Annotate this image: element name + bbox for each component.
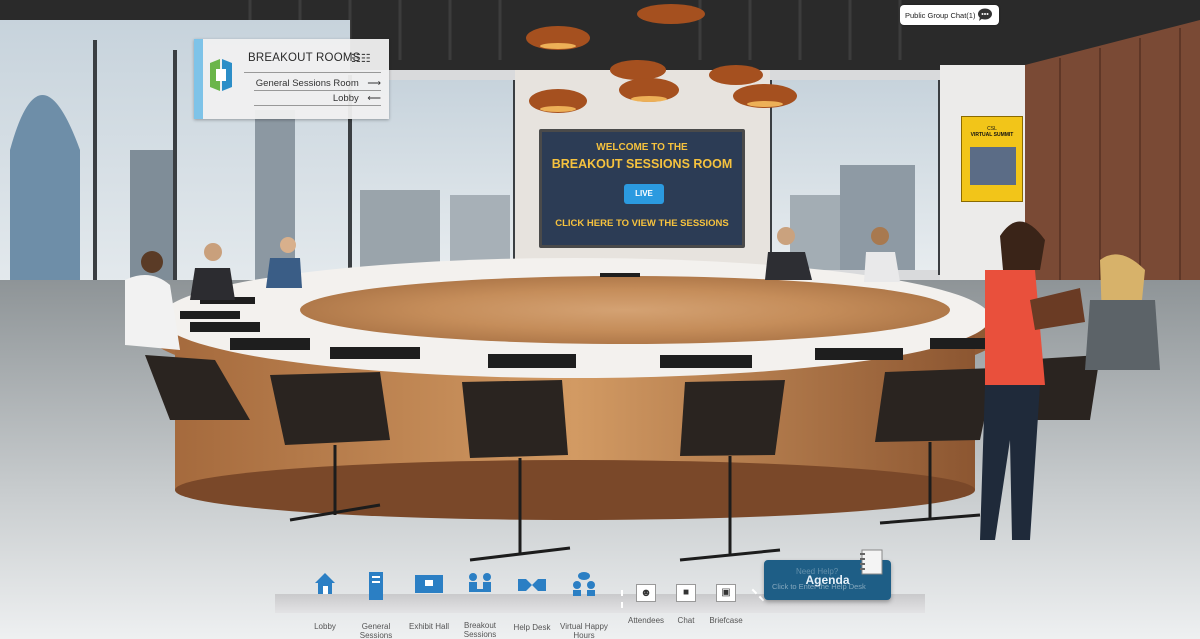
arrow-left-icon: ⟵ bbox=[367, 93, 381, 104]
nav-chat[interactable]: ■ Chat bbox=[672, 584, 700, 625]
nav-lobby[interactable]: Lobby bbox=[306, 570, 344, 631]
nav-separator bbox=[621, 590, 623, 608]
nav-exhibit-hall-label: Exhibit Hall bbox=[408, 622, 449, 631]
poster-title: VIRTUAL SUMMIT bbox=[970, 132, 1014, 138]
live-badge: LIVE bbox=[624, 184, 664, 204]
sign-accent-bar bbox=[194, 39, 203, 119]
screen-room-title: BREAKOUT SESSIONS ROOM bbox=[551, 157, 733, 171]
building-icon bbox=[369, 572, 383, 600]
room-background bbox=[0, 0, 1200, 639]
nav-attendees-label: Attendees bbox=[627, 616, 665, 625]
attendees-icon: ☻ bbox=[636, 584, 656, 602]
notebook-icon bbox=[860, 549, 883, 575]
nav-breakout-sessions-label: Breakout Sessions bbox=[463, 621, 497, 639]
sign-divider bbox=[254, 105, 381, 106]
breakout-rooms-sign: BREAKOUT ROOMS ☷☷ General Sessions Room … bbox=[194, 39, 389, 119]
group-icon bbox=[469, 573, 491, 592]
nav-exhibit-hall[interactable]: Exhibit Hall bbox=[406, 572, 452, 631]
sign-divider bbox=[254, 90, 381, 91]
house-icon bbox=[315, 573, 335, 594]
general-sessions-room-label: General Sessions Room bbox=[255, 78, 359, 89]
lobby-link[interactable]: Lobby ⟵ bbox=[333, 93, 381, 104]
screen-welcome-text: WELCOME TO THE bbox=[596, 142, 688, 153]
chat-bubbles-icon bbox=[978, 8, 992, 21]
nav-general-sessions[interactable]: General Sessions bbox=[355, 570, 397, 639]
arrow-right-icon: ⟶ bbox=[367, 78, 381, 89]
nav-help-desk-label: Help Desk bbox=[513, 623, 551, 632]
nav-virtual-happy-hours-label: Virtual Happy Hours bbox=[560, 622, 608, 639]
sign-title: BREAKOUT ROOMS bbox=[248, 52, 361, 64]
handshake-icon bbox=[518, 579, 546, 591]
breakout-room-scene: Public Group Chat(1) BREAKOUT ROOMS ☷☷ G… bbox=[0, 0, 1200, 639]
public-group-chat-button[interactable]: Public Group Chat(1) bbox=[900, 5, 999, 25]
people-chat-icon bbox=[573, 572, 595, 596]
virtual-summit-poster[interactable]: CSL VIRTUAL SUMMIT bbox=[961, 116, 1023, 202]
lobby-label: Lobby bbox=[332, 93, 359, 104]
nav-general-sessions-label: General Sessions bbox=[359, 622, 393, 639]
help-hint-title: Need Help? bbox=[796, 567, 839, 576]
nav-briefcase[interactable]: ▣ Briefcase bbox=[706, 584, 746, 625]
general-sessions-room-link[interactable]: General Sessions Room ⟶ bbox=[256, 78, 381, 89]
nav-help-desk[interactable]: Help Desk bbox=[510, 573, 554, 632]
nav-attendees[interactable]: ☻ Attendees bbox=[626, 584, 666, 625]
nav-breakout-sessions[interactable]: Breakout Sessions bbox=[458, 571, 502, 639]
nav-chat-label: Chat bbox=[677, 616, 695, 625]
public-group-chat-label: Public Group Chat(1) bbox=[905, 10, 976, 20]
briefcase-icon: ▣ bbox=[716, 584, 736, 602]
sign-divider bbox=[244, 72, 381, 73]
company-logo-icon bbox=[210, 59, 232, 91]
meeting-table-icon: ☷☷ bbox=[351, 53, 371, 65]
poster-video-grid bbox=[970, 147, 1016, 185]
help-hint-text: Click to Enter the Help Desk bbox=[772, 582, 866, 591]
view-sessions-screen[interactable]: WELCOME TO THE BREAKOUT SESSIONS ROOM LI… bbox=[539, 129, 745, 248]
chat-icon: ■ bbox=[676, 584, 696, 602]
live-label: LIVE bbox=[635, 189, 653, 198]
booth-icon bbox=[415, 575, 443, 593]
nav-lobby-label: Lobby bbox=[314, 622, 336, 631]
screen-cta-text: CLICK HERE TO VIEW THE SESSIONS bbox=[555, 218, 729, 229]
nav-briefcase-label: Briefcase bbox=[709, 616, 743, 625]
nav-virtual-happy-hours[interactable]: Virtual Happy Hours bbox=[558, 571, 610, 639]
